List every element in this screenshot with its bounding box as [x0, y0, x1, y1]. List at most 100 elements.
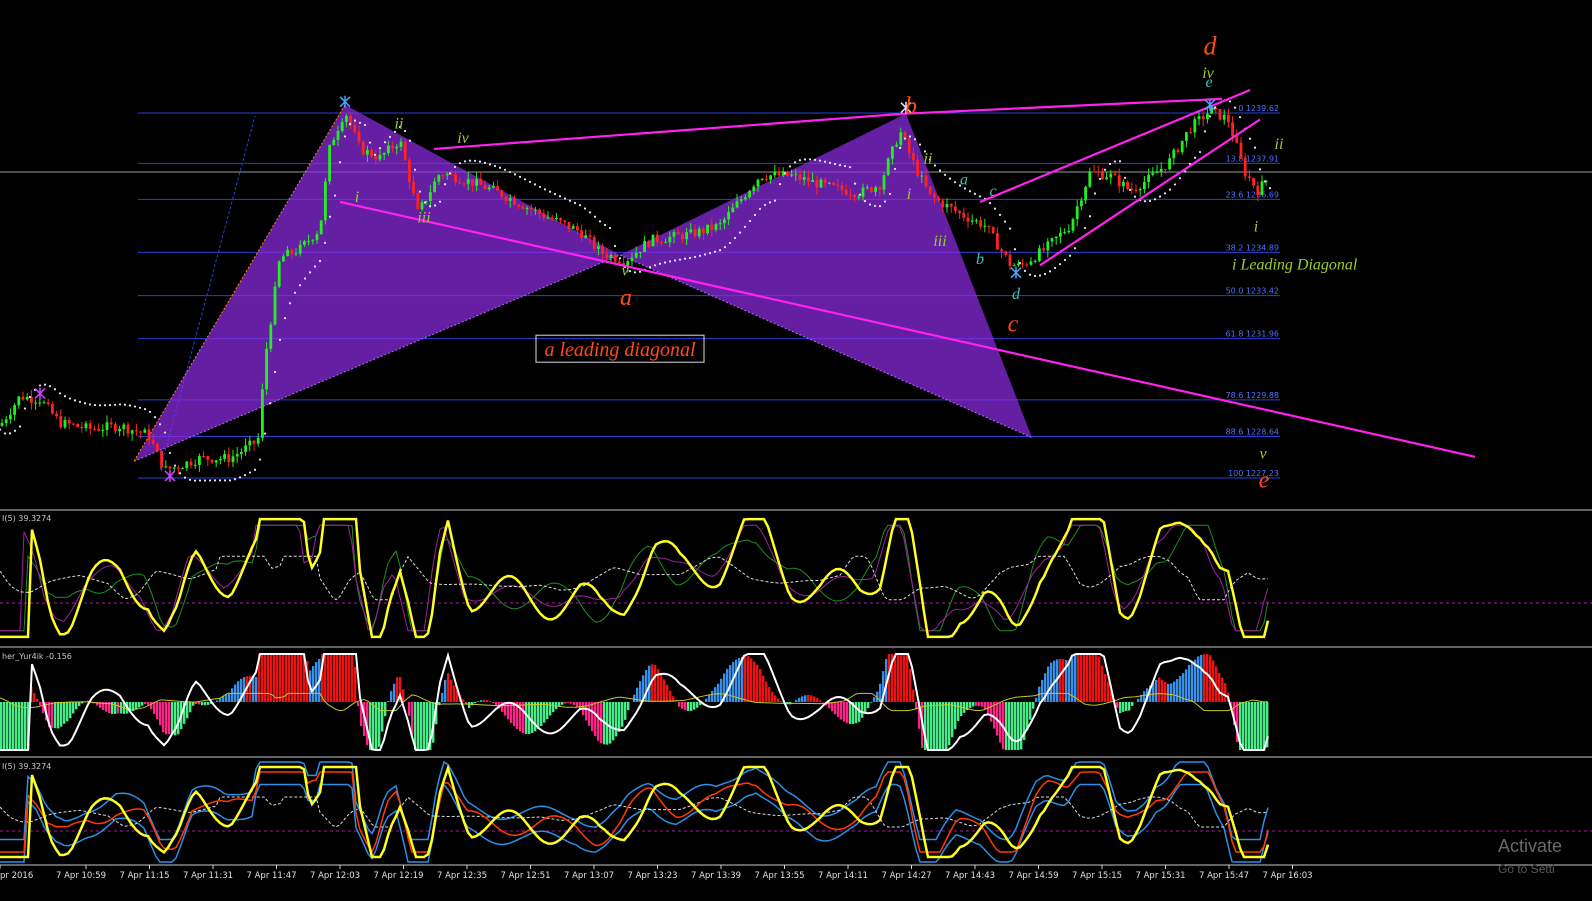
fisher-bar — [1167, 683, 1170, 702]
sar-dot — [638, 270, 642, 273]
rsi-label: I(5) 39.3274 — [2, 514, 51, 523]
candle-body — [874, 187, 877, 192]
fisher-bar — [1092, 654, 1095, 702]
fisher-bar — [312, 665, 315, 702]
candle-body — [870, 187, 873, 192]
candle-body — [9, 414, 12, 420]
candle-body — [4, 419, 8, 424]
fisher-bar — [1173, 681, 1176, 702]
candle-body — [987, 225, 991, 228]
fisher-bar — [576, 702, 579, 707]
fisher-bar — [6, 702, 9, 750]
fisher-bar — [1080, 654, 1083, 702]
candle-body — [227, 454, 231, 463]
candle-body — [67, 419, 71, 424]
candle-body — [1243, 157, 1247, 177]
fisher-bar — [708, 694, 711, 702]
fisher-bar — [735, 659, 738, 702]
sar-dot — [863, 200, 867, 203]
candle-body — [735, 201, 739, 208]
candle-body — [773, 171, 777, 176]
sar-dot — [518, 175, 522, 178]
candle-body — [676, 232, 680, 235]
candle-body — [1252, 177, 1255, 186]
candle-body — [298, 244, 302, 254]
fisher-bar — [840, 702, 843, 720]
sar-dot — [748, 219, 752, 223]
fisher-bar — [1161, 679, 1164, 702]
candle-body — [172, 467, 176, 469]
candle-body — [189, 461, 193, 466]
fisher-bar — [870, 702, 873, 703]
fisher-bar — [282, 654, 285, 702]
sar-dot — [1228, 100, 1232, 103]
fisher-bar — [1245, 702, 1248, 750]
candle-body — [1033, 260, 1037, 262]
fisher-bar — [615, 702, 618, 737]
candle-body — [332, 139, 336, 146]
sar-dot — [598, 220, 602, 223]
sar-dot — [313, 265, 317, 268]
fisher-bar — [1137, 698, 1140, 702]
candle-body — [475, 178, 478, 186]
sar-dot — [1038, 274, 1042, 277]
fisher-bar — [990, 702, 993, 722]
fisher-bar — [1164, 681, 1167, 702]
fisher-bar — [1047, 666, 1050, 702]
fisher-bar — [720, 678, 723, 702]
wave-label: e — [1205, 74, 1212, 91]
fisher-bar — [294, 654, 297, 702]
sar-dot — [508, 170, 512, 174]
candle-body — [1134, 189, 1138, 191]
sar-dot — [798, 159, 802, 162]
candle-body — [277, 261, 281, 287]
candle-body — [109, 422, 113, 425]
sar-dot — [933, 164, 937, 167]
candle-body — [324, 181, 327, 221]
sar-dot — [48, 385, 52, 388]
sar-dot — [1263, 180, 1267, 183]
candle-body — [235, 454, 239, 457]
candle-body — [1046, 241, 1050, 251]
sar-dot — [243, 474, 247, 477]
fisher-bar — [492, 702, 495, 703]
fisher-bar — [264, 654, 267, 702]
fisher-bar — [1260, 702, 1263, 750]
fisher-bar — [12, 702, 15, 750]
candle-body — [723, 219, 726, 224]
sar-dot — [413, 168, 417, 171]
fisher-bar — [462, 699, 465, 702]
fisher-bar — [1035, 697, 1038, 702]
fisher-bar — [138, 702, 141, 708]
sar-dot — [323, 241, 327, 244]
fisher-bar — [186, 702, 189, 719]
fisher-bar — [120, 702, 123, 714]
candle-body — [168, 466, 172, 469]
sar-dot — [108, 403, 112, 407]
sar-dot — [678, 258, 682, 261]
chart-canvas[interactable]: 0 1239.62 13.8 1237.91 23.6 1236.69 38.2 12… — [0, 0, 1592, 901]
wave-label: ii — [1275, 136, 1284, 153]
fisher-bar — [408, 702, 411, 716]
fisher-bar — [288, 654, 291, 702]
fisher-bar — [1116, 702, 1119, 708]
sar-dot — [998, 213, 1002, 216]
candle-body — [303, 241, 306, 245]
sar-dot — [83, 402, 87, 405]
sar-dot — [728, 241, 732, 245]
fisher-bar — [693, 702, 696, 710]
fisher-bar — [1077, 654, 1080, 702]
candle-body — [139, 431, 142, 433]
sar-dot — [1178, 177, 1182, 180]
fisher-bar — [939, 702, 942, 750]
candle-body — [1222, 114, 1226, 120]
fisher-bar — [162, 702, 165, 733]
fisher-bar — [351, 654, 354, 702]
candle-body — [891, 146, 894, 159]
candle-body — [231, 456, 235, 463]
candle-body — [865, 187, 869, 189]
fisher-bar — [624, 702, 627, 720]
fisher-bar — [936, 702, 939, 750]
candle-body — [521, 206, 525, 209]
candle-body — [790, 174, 793, 176]
